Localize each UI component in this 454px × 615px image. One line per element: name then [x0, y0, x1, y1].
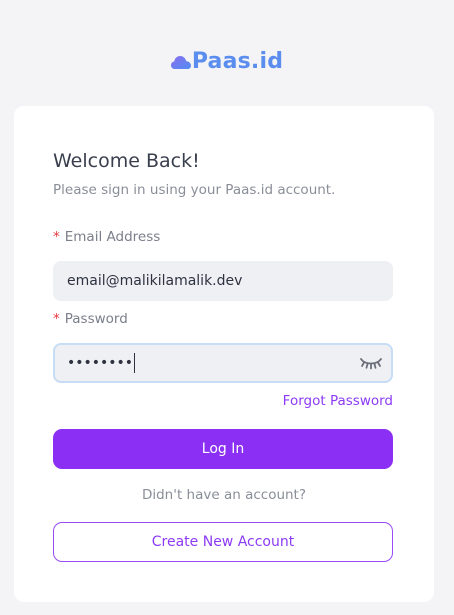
page-subtitle: Please sign in using your Paas.id accoun… — [53, 182, 336, 198]
page-title: Welcome Back! — [53, 150, 200, 172]
required-mark: * — [53, 229, 60, 245]
forgot-password-link[interactable]: Forgot Password — [283, 393, 393, 409]
text-caret — [134, 353, 136, 373]
cloud-logo-icon — [170, 55, 191, 69]
password-value: •••••••• — [67, 355, 134, 371]
password-label-text: Password — [64, 311, 128, 327]
eye-closed-icon[interactable] — [359, 354, 383, 372]
password-field[interactable]: •••••••• — [53, 343, 393, 383]
password-label: * Password — [53, 311, 128, 327]
login-card: Welcome Back! Please sign in using your … — [14, 106, 434, 602]
login-button[interactable]: Log In — [53, 429, 393, 469]
email-label: * Email Address — [53, 229, 160, 245]
create-account-button[interactable]: Create New Account — [53, 522, 393, 562]
brand-logo: Paas.id — [0, 46, 454, 76]
email-value: email@malikilamalik.dev — [67, 273, 243, 289]
email-field[interactable]: email@malikilamalik.dev — [53, 261, 393, 301]
brand-name: Paas.id — [191, 48, 284, 74]
no-account-text: Didn't have an account? — [141, 487, 307, 503]
required-mark: * — [53, 311, 60, 327]
email-label-text: Email Address — [64, 229, 161, 245]
